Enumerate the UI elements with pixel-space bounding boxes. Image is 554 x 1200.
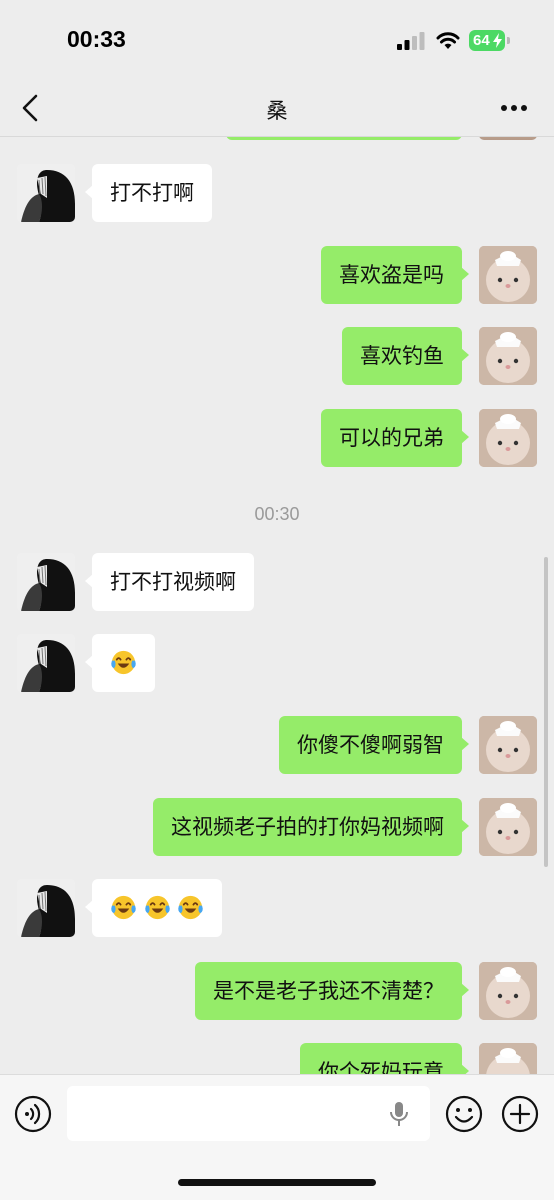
avatar-image (17, 879, 75, 937)
message-text: 打不打视频啊 (110, 570, 236, 594)
message-list[interactable]: 打不打啊 喜欢盗是吗 喜欢钓鱼 可以的兄弟 00:30 打不打视频啊 你傻不傻啊… (0, 137, 554, 1074)
avatar-image (479, 327, 537, 385)
avatar[interactable] (479, 1043, 537, 1074)
laughing-tears-emoji (178, 895, 204, 919)
message-bubble-received[interactable]: 打不打啊 (85, 164, 212, 222)
contact-name: 桑 (266, 99, 288, 123)
message-text: 喜欢钓鱼 (360, 344, 444, 368)
message-bubble-received[interactable]: 打不打视频啊 (85, 553, 254, 611)
message-text: 你个死妈玩意 (318, 1060, 444, 1074)
avatar[interactable] (479, 798, 537, 856)
message-bubble-partial (226, 137, 462, 140)
message-bubble-sent[interactable]: 你个死妈玩意 (300, 1043, 469, 1074)
message-bubble-received[interactable] (84, 879, 223, 937)
message-bubble-sent[interactable]: 可以的兄弟 (321, 409, 469, 467)
message-text: 打不打啊 (110, 181, 194, 205)
chat-header: 桑 (0, 80, 554, 137)
avatar[interactable] (17, 553, 75, 611)
plus-icon[interactable] (501, 1095, 539, 1133)
laughing-tears-emoji (144, 895, 170, 919)
avatar-image (17, 553, 75, 611)
avatar-image (479, 962, 537, 1020)
avatar-image (479, 246, 537, 304)
avatar[interactable] (17, 164, 75, 222)
message-bubble-sent[interactable]: 你傻不傻啊弱智 (279, 716, 469, 774)
laughing-tears-emoji (111, 895, 136, 919)
laughing-tears-emoji (111, 650, 136, 674)
message-text: 可以的兄弟 (339, 426, 444, 450)
message-bubble-sent[interactable]: 是不是老子我还不清楚？ (195, 962, 469, 1020)
battery-level: 64 (473, 32, 490, 49)
message-input[interactable] (67, 1086, 430, 1141)
avatar[interactable] (479, 962, 537, 1020)
wifi-icon (436, 32, 460, 49)
avatar[interactable] (479, 409, 537, 467)
avatar[interactable] (479, 246, 537, 304)
message-text: 是不是老子我还不清楚？ (213, 979, 444, 1003)
message-timestamp: 00:30 (254, 504, 300, 524)
home-indicator[interactable] (178, 1179, 376, 1186)
avatar-image (479, 716, 537, 774)
scrollbar[interactable] (544, 557, 548, 867)
emoji-icon[interactable] (445, 1095, 483, 1133)
avatar[interactable] (479, 137, 537, 140)
avatar-image (479, 798, 537, 856)
message-bubble-sent[interactable]: 喜欢钓鱼 (342, 327, 469, 385)
battery-cap (507, 37, 510, 44)
message-bubble-received[interactable] (85, 634, 155, 692)
status-time: 00:33 (67, 26, 126, 52)
avatar-image (479, 409, 537, 467)
message-bubble-sent[interactable]: 喜欢盗是吗 (321, 246, 469, 304)
avatar[interactable] (17, 879, 75, 937)
message-text: 你傻不傻啊弱智 (297, 733, 444, 757)
avatar[interactable] (17, 634, 75, 692)
avatar[interactable] (479, 327, 537, 385)
charging-icon (493, 33, 502, 48)
avatar[interactable] (479, 716, 537, 774)
voice-icon[interactable] (14, 1095, 52, 1133)
message-text: 这视频老子拍的打你妈视频啊 (171, 815, 444, 839)
mic-icon[interactable] (389, 1101, 409, 1127)
avatar-image (479, 1043, 537, 1074)
message-text: 喜欢盗是吗 (339, 263, 444, 287)
avatar-image (17, 634, 75, 692)
avatar-image (17, 164, 75, 222)
message-bubble-sent[interactable]: 这视频老子拍的打你妈视频啊 (153, 798, 469, 856)
battery-indicator: 64 (469, 30, 505, 51)
status-bar: 00:33 64 (0, 0, 554, 80)
signal-icon (397, 32, 425, 50)
more-icon[interactable] (500, 104, 528, 112)
